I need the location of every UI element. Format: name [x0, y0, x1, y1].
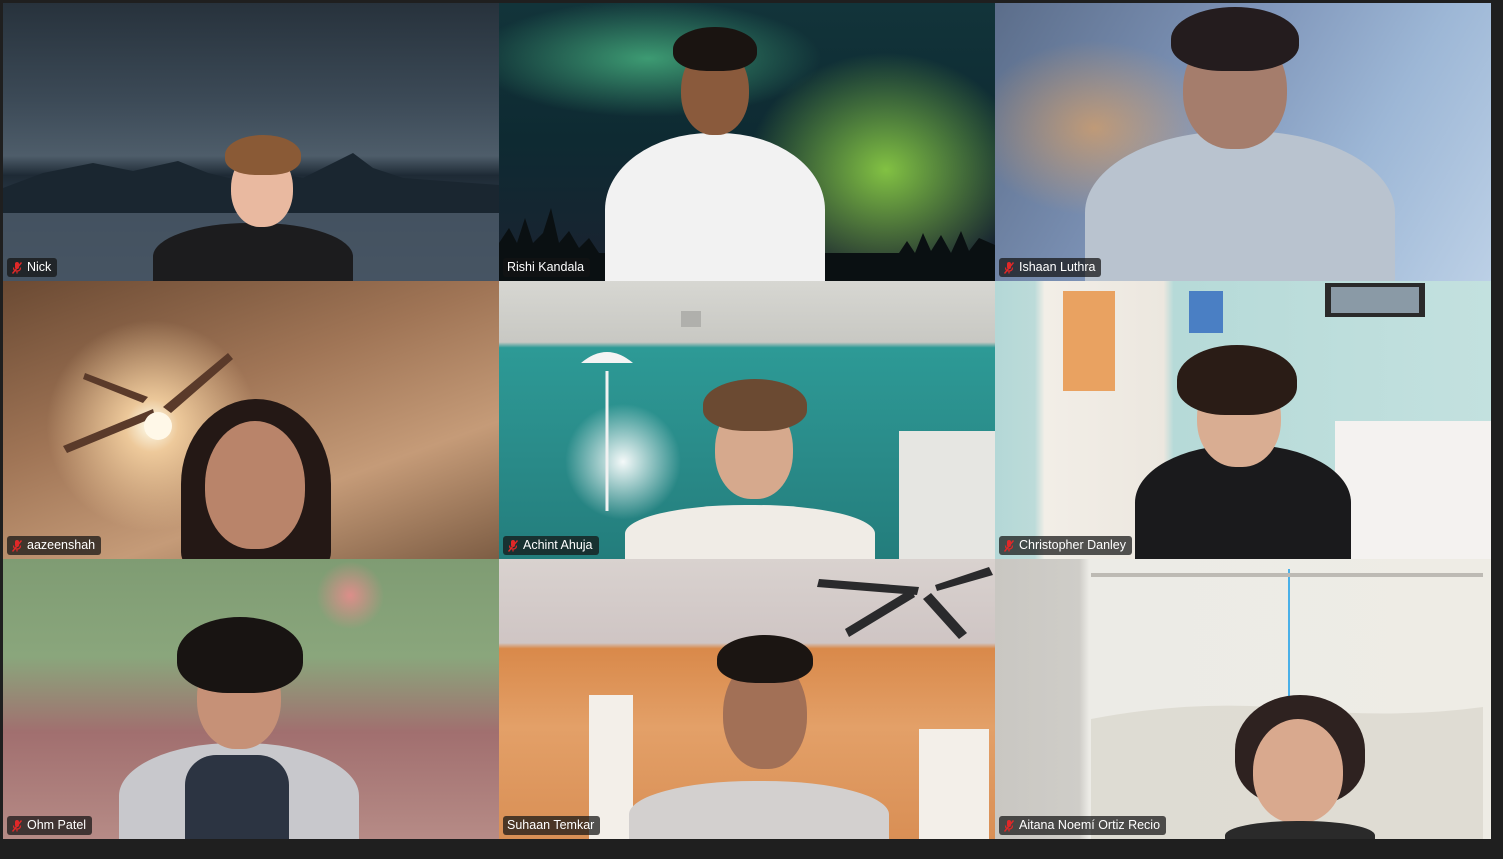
- video-meeting-window: Nick Rishi Kandala Ishaan Luthra aazeens…: [0, 0, 1503, 859]
- participant-name-tag: Achint Ahuja: [503, 536, 599, 555]
- participant-tile-ishaan-luthra[interactable]: Ishaan Luthra: [995, 3, 1491, 281]
- participant-tile-nick[interactable]: Nick: [3, 3, 499, 281]
- participant-name-tag: Rishi Kandala: [503, 258, 591, 277]
- participant-video: [1225, 695, 1375, 839]
- participant-name-tag: Ishaan Luthra: [999, 258, 1102, 277]
- participant-name: Ohm Patel: [27, 818, 87, 832]
- mic-muted-icon: [1003, 819, 1015, 832]
- mic-muted-icon: [11, 539, 23, 552]
- participant-tile-rishi-kandala[interactable]: Rishi Kandala: [499, 3, 995, 281]
- participant-name-tag: Christopher Danley: [999, 536, 1132, 555]
- participant-video: [619, 377, 879, 559]
- participant-video: [1075, 3, 1415, 281]
- participant-name: Ishaan Luthra: [1019, 260, 1096, 274]
- participant-video: [629, 631, 889, 839]
- participant-video: [153, 399, 353, 559]
- participant-name: Nick: [27, 260, 52, 274]
- participant-video: [1135, 345, 1355, 559]
- video-gallery-grid: Nick Rishi Kandala Ishaan Luthra aazeens…: [3, 3, 1491, 839]
- participant-name-tag: Ohm Patel: [7, 816, 93, 835]
- mic-muted-icon: [11, 819, 23, 832]
- participant-name-tag: aazeenshah: [7, 536, 102, 555]
- participant-video: [153, 131, 363, 281]
- mic-muted-icon: [11, 261, 23, 274]
- participant-tile-ohm-patel[interactable]: Ohm Patel: [3, 559, 499, 839]
- participant-name: Christopher Danley: [1019, 538, 1126, 552]
- participant-video: [599, 25, 839, 281]
- participant-tile-suhaan-temkar[interactable]: Suhaan Temkar: [499, 559, 995, 839]
- participant-name: Aitana Noemí Ortiz Recio: [1019, 818, 1161, 832]
- participant-name-tag: Nick: [7, 258, 58, 277]
- participant-name: Suhaan Temkar: [507, 818, 595, 832]
- participant-tile-aazeenshah[interactable]: aazeenshah: [3, 281, 499, 559]
- participant-name: aazeenshah: [27, 538, 96, 552]
- mic-muted-icon: [507, 539, 519, 552]
- mic-muted-icon: [1003, 539, 1015, 552]
- participant-video: [113, 615, 373, 839]
- participant-name: Achint Ahuja: [523, 538, 593, 552]
- participant-name-tag: Aitana Noemí Ortiz Recio: [999, 816, 1167, 835]
- participant-tile-christopher-danley[interactable]: Christopher Danley: [995, 281, 1491, 559]
- participant-name: Rishi Kandala: [507, 260, 585, 274]
- participant-tile-aitana-noemi-ortiz-recio[interactable]: Aitana Noemí Ortiz Recio: [995, 559, 1491, 839]
- participant-name-tag: Suhaan Temkar: [503, 816, 601, 835]
- mic-muted-icon: [1003, 261, 1015, 274]
- participant-tile-achint-ahuja[interactable]: Achint Ahuja: [499, 281, 995, 559]
